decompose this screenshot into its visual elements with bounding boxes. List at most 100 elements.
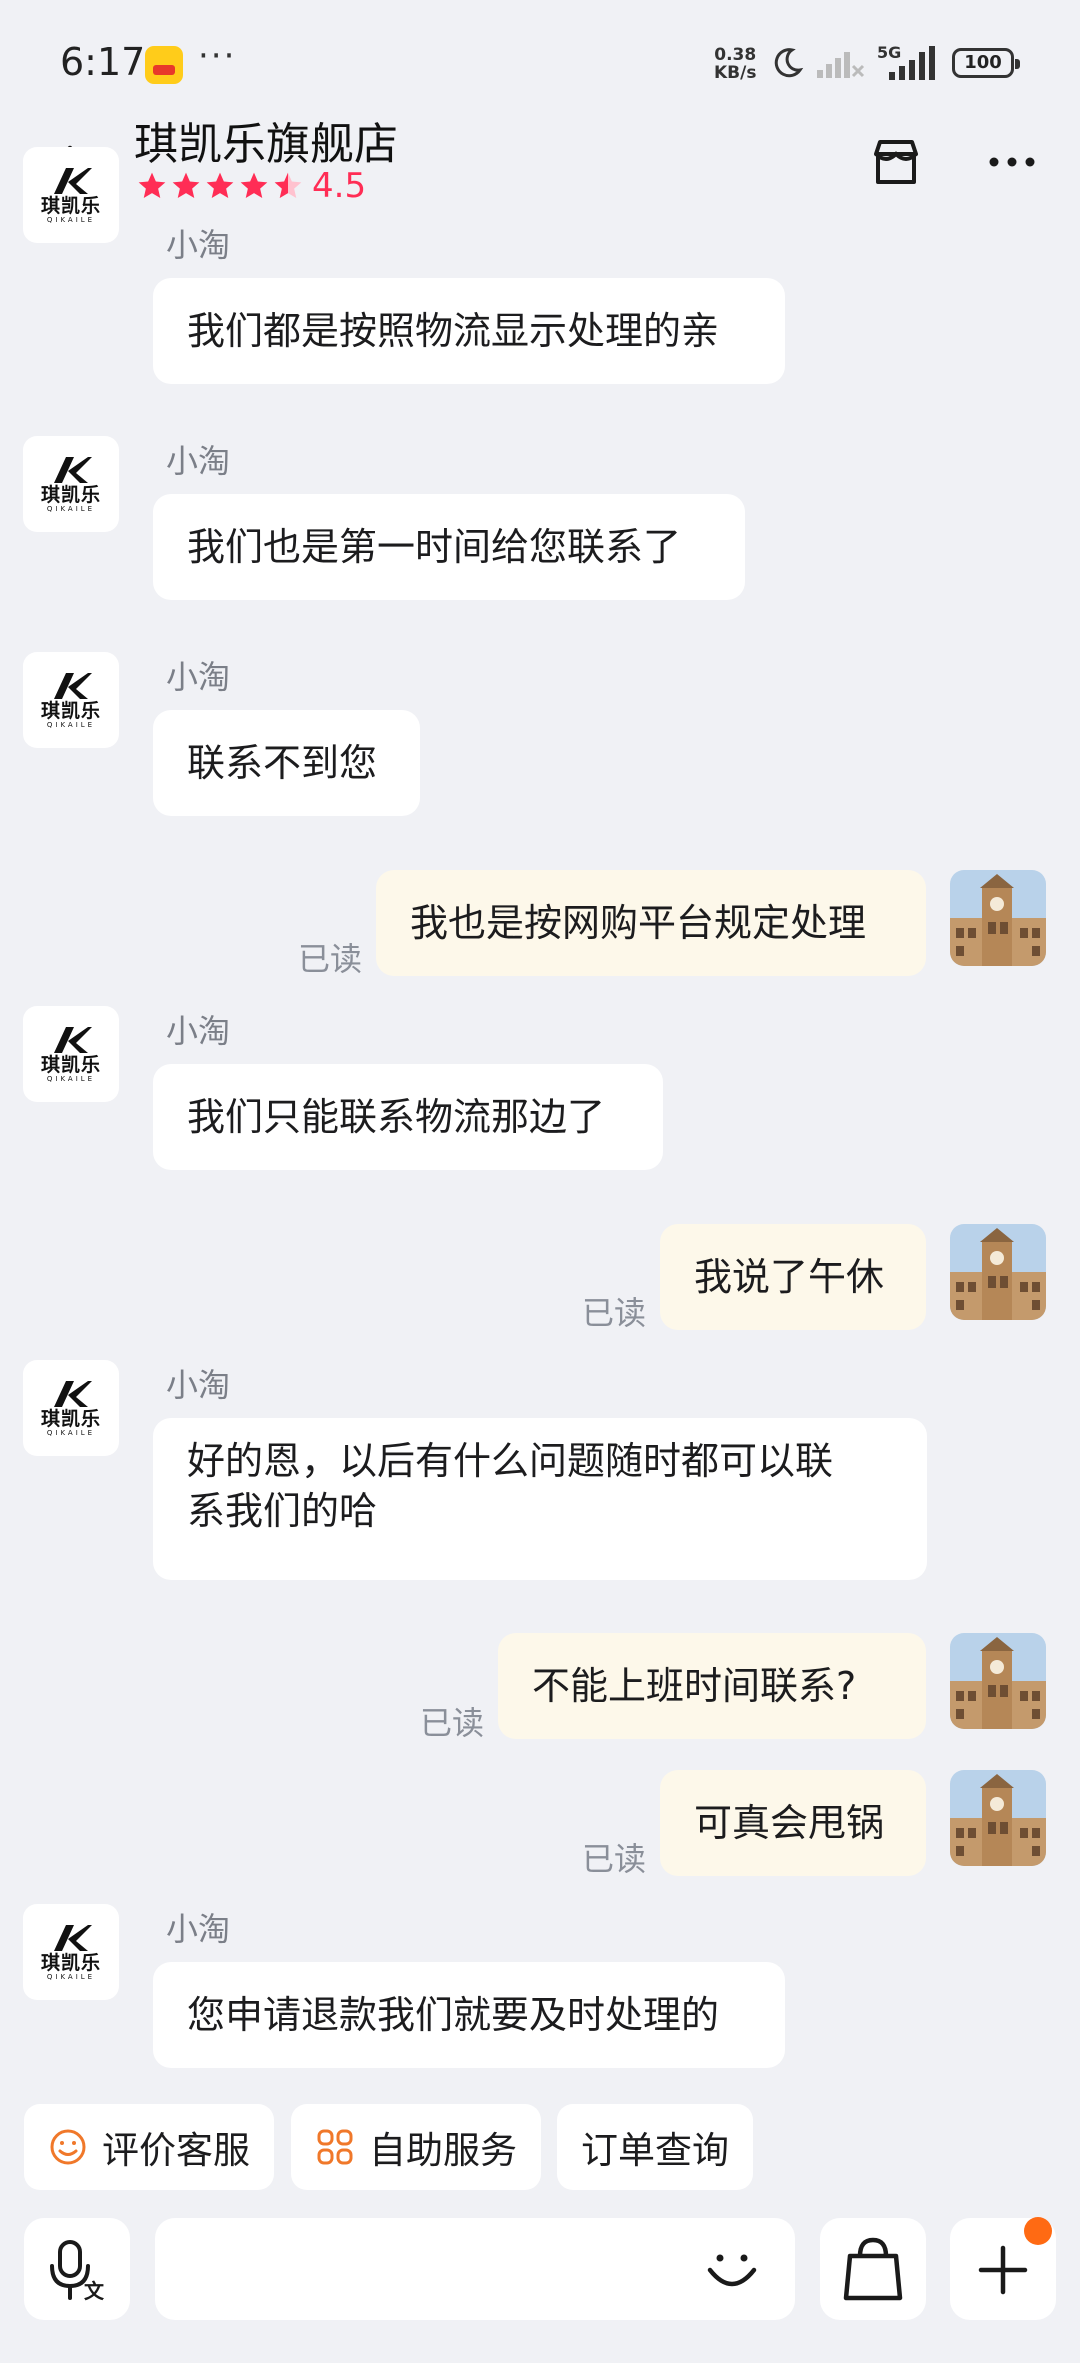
user-avatar[interactable] [950,1770,1046,1866]
message-text-line: 好的恩，以后有什么问题随时都可以联 [187,1439,834,1483]
message-sender: 小淘 [166,1012,231,1050]
shop-avatar[interactable]: 琪凯乐 QIKAILE [23,1904,119,2000]
message-text: 不能上班时间联系? [532,1664,857,1708]
user-avatar[interactable] [950,870,1046,966]
network-speed-value: 0.38 [714,45,757,65]
network-speed: 0.38 KB/s [714,46,756,82]
smile-icon [50,2129,86,2165]
voice-input-button[interactable]: 文 [24,2218,130,2320]
shop-logo-text: 琪凯乐 [40,483,101,506]
message-bubble-incoming[interactable]: 您申请退款我们就要及时处理的 [153,1962,785,2068]
message-bubble-outgoing[interactable]: 我也是按网购平台规定处理 [376,870,926,976]
network-speed-unit: KB/s [714,63,757,83]
shop-avatar[interactable]: 琪凯乐 QIKAILE [23,147,119,243]
shop-logo-subtext: QIKAILE [46,720,96,729]
shop-avatar[interactable]: 琪凯乐 QIKAILE [23,436,119,532]
star-full-icon [240,172,268,198]
shop-logo-subtext: QIKAILE [46,1428,96,1437]
message-bubble-incoming[interactable]: 我们只能联系物流那边了 [153,1064,663,1170]
notification-dot [1024,2217,1052,2245]
message-bubble-incoming[interactable]: 我们也是第一时间给您联系了 [153,494,745,600]
read-receipt: 已读 [582,1294,647,1332]
rating-value: 4.5 [312,166,367,206]
signal-5g-icon: 5G [877,43,935,80]
shop-logo-icon [54,1924,92,1951]
message-input[interactable] [155,2218,795,2320]
battery-icon: 100 [952,48,1020,78]
more-icon[interactable] [982,132,1042,192]
building-photo-icon [950,1770,1046,1866]
message-text: 我说了午休 [694,1255,885,1299]
chat-header: 琪凯乐旗舰店 4.5 [0,100,1080,225]
message-text: 我们都是按照物流显示处理的亲 [187,309,720,353]
shop-logo-text: 琪凯乐 [40,194,101,217]
message-text: 您申请退款我们就要及时处理的 [187,1993,720,2037]
message-sender: 小淘 [166,658,231,696]
message-text: 联系不到您 [187,741,378,785]
shop-avatar[interactable]: 琪凯乐 QIKAILE [23,1360,119,1456]
shop-logo-subtext: QIKAILE [46,215,96,224]
message-text: 可真会甩锅 [694,1801,885,1845]
signal-sim1-icon [817,52,865,78]
order-query-button[interactable]: 订单查询 [557,2104,753,2190]
shop-name[interactable]: 琪凯乐旗舰店 [134,108,398,172]
store-icon[interactable] [866,132,926,192]
network-type-label: 5G [877,43,901,62]
star-half-icon [274,172,302,198]
star-full-icon [206,172,234,198]
grid-icon [317,2129,353,2165]
shop-logo-subtext: QIKAILE [46,504,96,513]
building-photo-icon [950,870,1046,966]
message-text-line: 系我们的哈 [187,1489,378,1533]
shop-logo-icon [54,672,92,699]
shop-avatar[interactable]: 琪凯乐 QIKAILE [23,1006,119,1102]
message-text: 我也是按网购平台规定处理 [410,901,867,945]
chip-label: 自助服务 [369,2129,517,2172]
shop-logo-text: 琪凯乐 [40,1053,101,1076]
message-text: 我们只能联系物流那边了 [187,1095,606,1139]
do-not-disturb-moon-icon [774,48,804,78]
app-notification-icon [145,46,183,84]
user-avatar[interactable] [950,1633,1046,1729]
message-bubble-incoming[interactable]: 联系不到您 [153,710,420,816]
shop-logo-text: 琪凯乐 [40,1407,101,1430]
more-notifications-icon: ··· [198,36,237,76]
shop-logo-icon [54,456,92,483]
shop-logo-text: 琪凯乐 [40,1951,101,1974]
voice-translate-icon: 文 [50,2240,105,2303]
shop-rating: 4.5 [136,166,366,206]
shop-avatar[interactable]: 琪凯乐 QIKAILE [23,652,119,748]
message-bubble-outgoing[interactable]: 可真会甩锅 [660,1770,926,1876]
emoji-icon[interactable] [700,2240,764,2304]
message-sender: 小淘 [166,442,231,480]
shop-logo-icon [54,1380,92,1407]
chip-label: 评价客服 [102,2129,250,2172]
message-bubble-outgoing[interactable]: 我说了午休 [660,1224,926,1330]
shop-logo-text: 琪凯乐 [40,699,101,722]
shop-logo-icon [54,1026,92,1053]
shopping-bag-icon [843,2237,903,2301]
self-service-button[interactable]: 自助服务 [291,2104,541,2190]
user-avatar[interactable] [950,1224,1046,1320]
chip-label: 订单查询 [581,2129,729,2172]
message-bubble-outgoing[interactable]: 不能上班时间联系? [498,1633,926,1739]
star-full-icon [172,172,200,198]
message-bubble-incoming[interactable]: 好的恩，以后有什么问题随时都可以联 系我们的哈 [153,1418,927,1580]
message-text: 我们也是第一时间给您联系了 [187,525,682,569]
shop-logo-subtext: QIKAILE [46,1074,96,1083]
read-receipt: 已读 [420,1704,485,1742]
shop-logo-icon [54,167,92,194]
message-bubble-incoming[interactable]: 我们都是按照物流显示处理的亲 [153,278,785,384]
translate-glyph: 文 [84,2279,105,2303]
star-full-icon [138,172,166,198]
rate-service-button[interactable]: 评价客服 [24,2104,274,2190]
message-sender: 小淘 [166,1366,231,1404]
message-sender: 小淘 [166,226,231,264]
product-button[interactable] [820,2218,926,2320]
read-receipt: 已读 [582,1840,647,1878]
building-photo-icon [950,1224,1046,1320]
building-photo-icon [950,1633,1046,1729]
message-sender: 小淘 [166,1910,231,1948]
read-receipt: 已读 [298,940,363,978]
shop-logo-subtext: QIKAILE [46,1972,96,1981]
